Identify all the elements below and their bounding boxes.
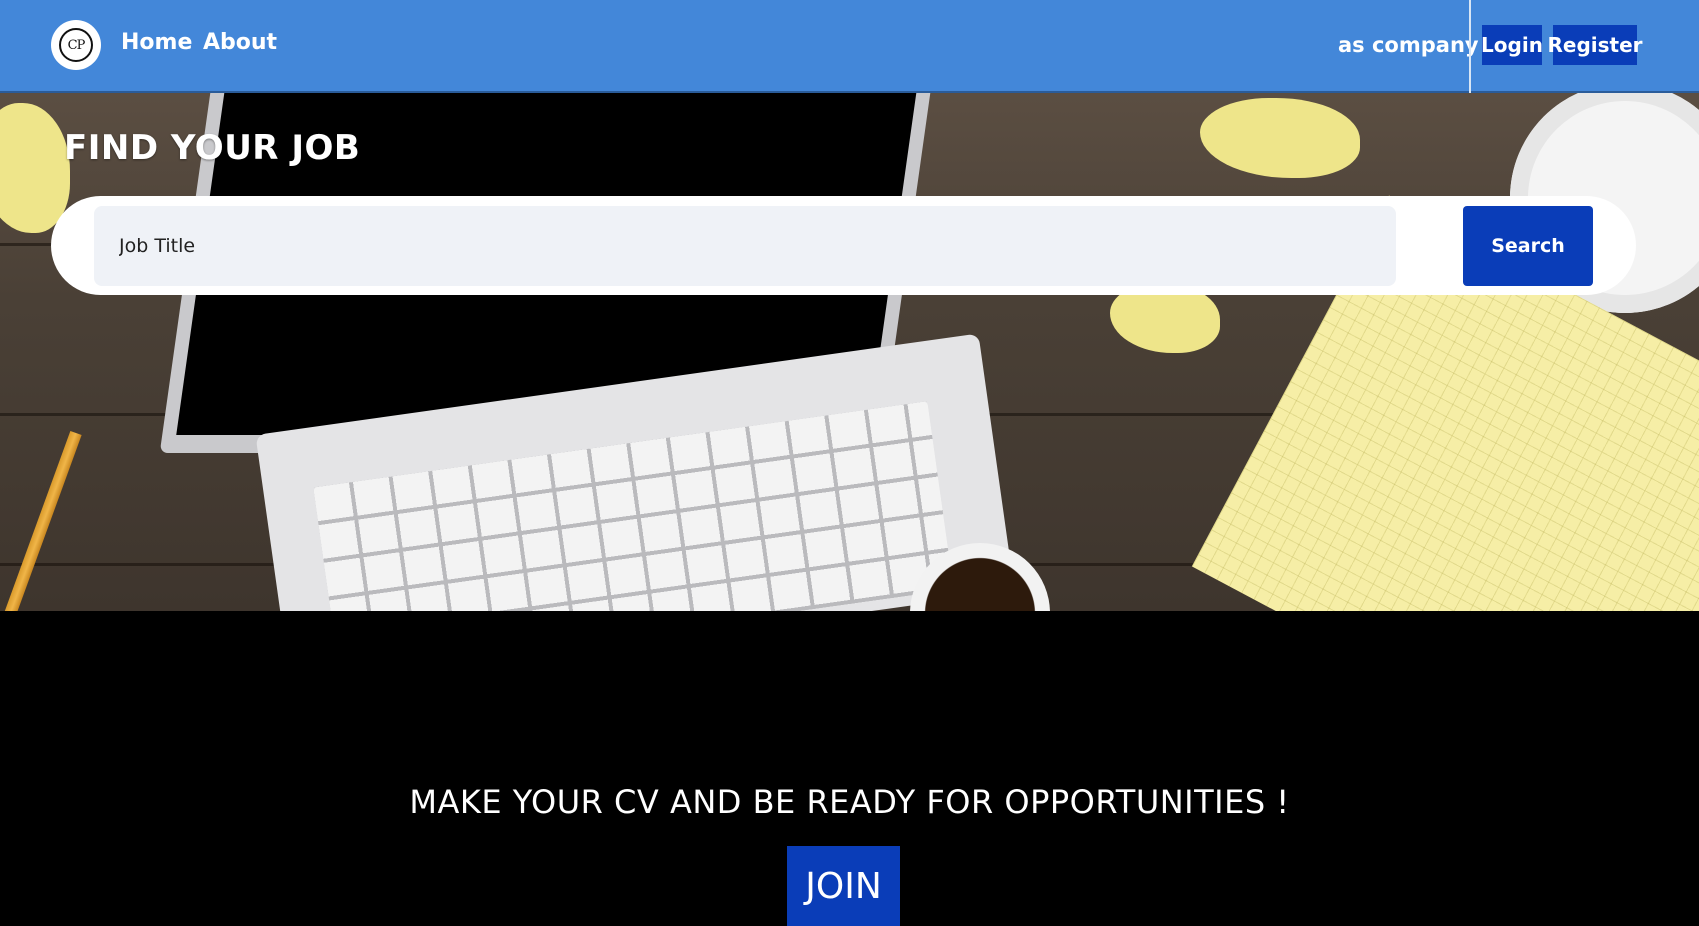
search-bar: Search bbox=[51, 196, 1636, 295]
cta-heading: MAKE YOUR CV AND BE READY FOR OPPORTUNIT… bbox=[409, 783, 1290, 821]
register-button[interactable]: Register bbox=[1547, 25, 1643, 65]
hero-section: FIND YOUR JOB Search bbox=[0, 93, 1699, 611]
keyboard-keys bbox=[313, 401, 954, 611]
logo-mark: CP bbox=[59, 28, 93, 62]
crumpled-paper-image bbox=[1200, 98, 1360, 178]
nav-link-about[interactable]: About bbox=[203, 30, 277, 55]
crumpled-paper-image bbox=[0, 103, 70, 233]
pencil-image bbox=[0, 430, 82, 611]
site-logo[interactable]: CP bbox=[51, 20, 101, 70]
join-button[interactable]: JOIN bbox=[787, 846, 900, 926]
search-button[interactable]: Search bbox=[1463, 206, 1593, 286]
nav-link-home[interactable]: Home bbox=[121, 30, 192, 55]
as-company-link[interactable]: as company bbox=[1338, 33, 1479, 57]
nav-divider bbox=[1469, 0, 1471, 93]
login-button[interactable]: Login bbox=[1481, 25, 1543, 65]
job-title-input[interactable] bbox=[94, 206, 1396, 286]
navbar: CP Home About as company Login Register bbox=[0, 0, 1699, 93]
hero-title: FIND YOUR JOB bbox=[64, 128, 361, 168]
